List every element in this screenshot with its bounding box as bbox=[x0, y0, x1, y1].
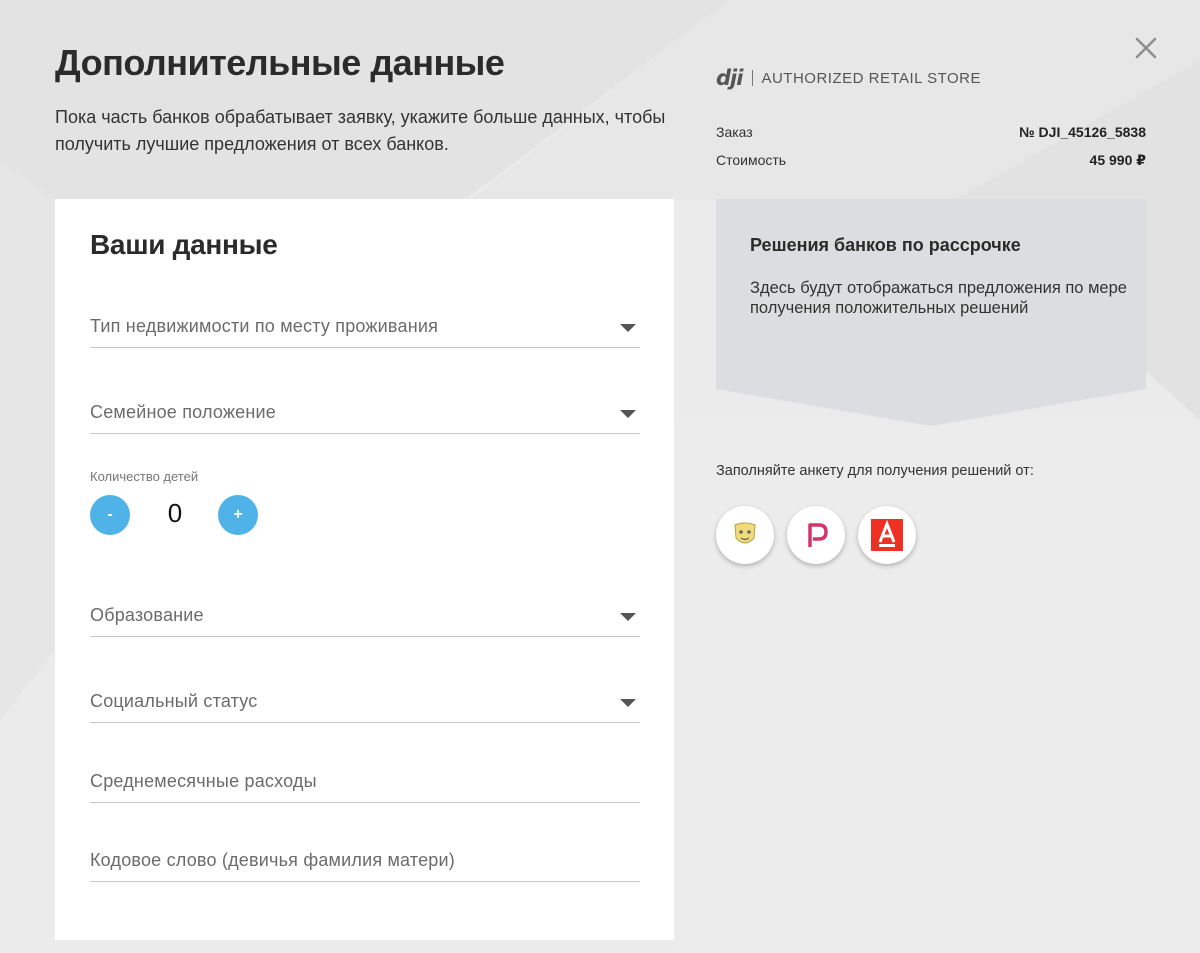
page-title: Дополнительные данные bbox=[55, 42, 505, 83]
monthly-expenses-label: Среднемесячные расходы bbox=[90, 771, 317, 791]
chevron-down-icon bbox=[620, 699, 636, 707]
brand-divider bbox=[752, 70, 754, 86]
social-status-select[interactable]: Социальный статус bbox=[90, 683, 640, 723]
children-decrement-button[interactable]: - bbox=[90, 495, 130, 535]
chevron-down-icon bbox=[620, 324, 636, 332]
order-number-label: Заказ bbox=[716, 124, 753, 140]
property-type-label: Тип недвижимости по месту проживания bbox=[90, 316, 439, 336]
bank-offers-panel: Решения банков по рассрочке Здесь будут … bbox=[716, 199, 1146, 426]
monthly-expenses-input[interactable]: Среднемесячные расходы bbox=[90, 763, 640, 803]
renaissance-bank-icon[interactable] bbox=[787, 506, 845, 564]
order-price-value: 45 990 ₽ bbox=[1089, 152, 1146, 168]
marital-status-label: Семейное положение bbox=[90, 402, 276, 422]
personal-data-form: Ваши данные Тип недвижимости по месту пр… bbox=[55, 199, 674, 940]
offers-title: Решения банков по рассрочке bbox=[750, 235, 1021, 255]
order-number-value: № DJI_45126_5838 bbox=[1019, 124, 1146, 140]
order-number-row: Заказ № DJI_45126_5838 bbox=[716, 124, 1146, 144]
store-brand: dji AUTHORIZED RETAIL STORE bbox=[716, 66, 981, 90]
close-icon[interactable] bbox=[1132, 34, 1160, 62]
code-word-input[interactable]: Кодовое слово (девичья фамилия матери) bbox=[90, 842, 640, 882]
order-price-label: Стоимость bbox=[716, 152, 787, 168]
tinkoff-bank-icon[interactable] bbox=[716, 506, 774, 564]
page-subtitle: Пока часть банков обрабатывает заявку, у… bbox=[55, 107, 666, 154]
children-increment-button[interactable]: + bbox=[218, 495, 258, 535]
store-name: AUTHORIZED RETAIL STORE bbox=[761, 69, 982, 87]
property-type-select[interactable]: Тип недвижимости по месту проживания bbox=[90, 308, 640, 348]
order-price-row: Стоимость 45 990 ₽ bbox=[716, 152, 1146, 172]
marital-status-select[interactable]: Семейное положение bbox=[90, 394, 640, 434]
banks-note: Заполняйте анкету для получения решений … bbox=[716, 463, 1034, 479]
chevron-down-icon bbox=[620, 410, 636, 418]
chevron-down-icon bbox=[620, 613, 636, 621]
alfa-bank-icon[interactable] bbox=[858, 506, 916, 564]
education-label: Образование bbox=[90, 605, 204, 625]
form-title: Ваши данные bbox=[90, 229, 278, 260]
children-count-label: Количество детей bbox=[90, 469, 199, 484]
dji-logo: dji bbox=[716, 66, 743, 90]
offers-text: Здесь будут отображаться предложения по … bbox=[750, 279, 1127, 317]
social-status-label: Социальный статус bbox=[90, 691, 258, 711]
code-word-label: Кодовое слово (девичья фамилия матери) bbox=[90, 850, 455, 870]
children-count-value: 0 bbox=[167, 498, 183, 528]
education-select[interactable]: Образование bbox=[90, 597, 640, 637]
